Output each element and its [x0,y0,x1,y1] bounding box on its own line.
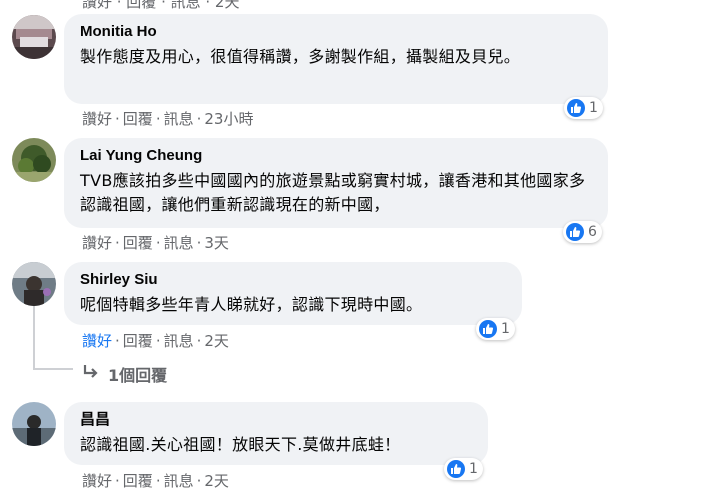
reaction-badge[interactable]: 1 [476,318,515,340]
view-replies-label: 1個回覆 [108,366,168,385]
reply-link[interactable]: 回覆 [123,232,153,253]
message-link[interactable]: 訊息 [164,470,194,491]
message-link[interactable]: 訊息 [164,330,194,351]
comment-actions: 讚好 · 回覆 · 訊息 · 3天 [82,232,229,253]
like-link[interactable]: 讚好 [82,108,112,129]
avatar[interactable] [12,138,56,182]
comment-text: TVB應該拍多些中國國內的旅遊景點或窮實村城，讓香港和其他國家多認識祖國，讓他們… [80,171,586,214]
message-link[interactable]: 訊息 [164,108,194,129]
reaction-badge[interactable]: 6 [563,221,602,243]
view-replies-link[interactable]: 1個回覆 [82,362,167,386]
reaction-count: 6 [588,224,597,240]
timestamp[interactable]: 3天 [204,232,229,253]
comment-author[interactable]: Shirley Siu [80,270,508,290]
reply-link[interactable]: 回覆 [123,108,153,129]
comment-actions: 讚好 · 回覆 · 訊息 · 23小時 [82,108,254,129]
comment-actions: 讚好 · 回覆 · 訊息 · 2天 [82,330,229,351]
reaction-count: 1 [501,321,510,337]
timestamp[interactable]: 23小時 [204,108,253,129]
comment-author[interactable]: 昌昌 [80,410,474,430]
reaction-badge[interactable]: 1 [444,458,483,480]
message-link[interactable]: 訊息 [164,232,194,253]
comment-bubble: Lai Yung Cheung TVB應該拍多些中國國內的旅遊景點或窮實村城，讓… [64,138,608,228]
comment-bubble: Shirley Siu 呢個特輯多些年青人睇就好，認識下現時中國。 [64,262,522,325]
avatar[interactable] [12,402,56,446]
like-link[interactable]: 讚好 [82,330,112,351]
like-link[interactable]: 讚好 [82,470,112,491]
reaction-count: 1 [589,100,598,116]
comment-bubble: Monitia Ho 製作態度及用心，很值得稱讚，多謝製作組，攝製組及貝兒。 [64,14,608,104]
thread-line [33,306,35,370]
avatar[interactable] [12,262,56,306]
reply-link[interactable]: 回覆 [123,330,153,351]
comment-bubble: 昌昌 認識祖國.关心祖國！放眼天下.莫做井底蛙！ [64,402,488,465]
comment-text: 認識祖國.关心祖國！放眼天下.莫做井底蛙！ [80,435,401,454]
comment-author[interactable]: Lai Yung Cheung [80,146,594,166]
previous-comment-actions: 讚好 · 回覆 · 訊息 · 2天 [82,0,240,11]
comment-text: 製作態度及用心，很值得稱讚，多謝製作組，攝製組及貝兒。 [80,47,521,66]
comment-text: 呢個特輯多些年青人睇就好，認識下現時中國。 [80,295,423,314]
like-link[interactable]: 讚好 [82,232,112,253]
thumbs-up-icon [567,99,585,117]
reaction-badge[interactable]: 1 [564,97,603,119]
timestamp[interactable]: 2天 [204,330,229,351]
reply-link[interactable]: 回覆 [123,470,153,491]
thread-line-branch [33,368,73,370]
comment-actions: 讚好 · 回覆 · 訊息 · 2天 [82,470,229,491]
reaction-count: 1 [469,461,478,477]
thumbs-up-icon [479,320,497,338]
thumbs-up-icon [447,460,465,478]
avatar[interactable] [12,15,56,59]
comment-author[interactable]: Monitia Ho [80,22,594,42]
reply-arrow-icon [82,364,100,384]
thumbs-up-icon [566,223,584,241]
timestamp[interactable]: 2天 [204,470,229,491]
